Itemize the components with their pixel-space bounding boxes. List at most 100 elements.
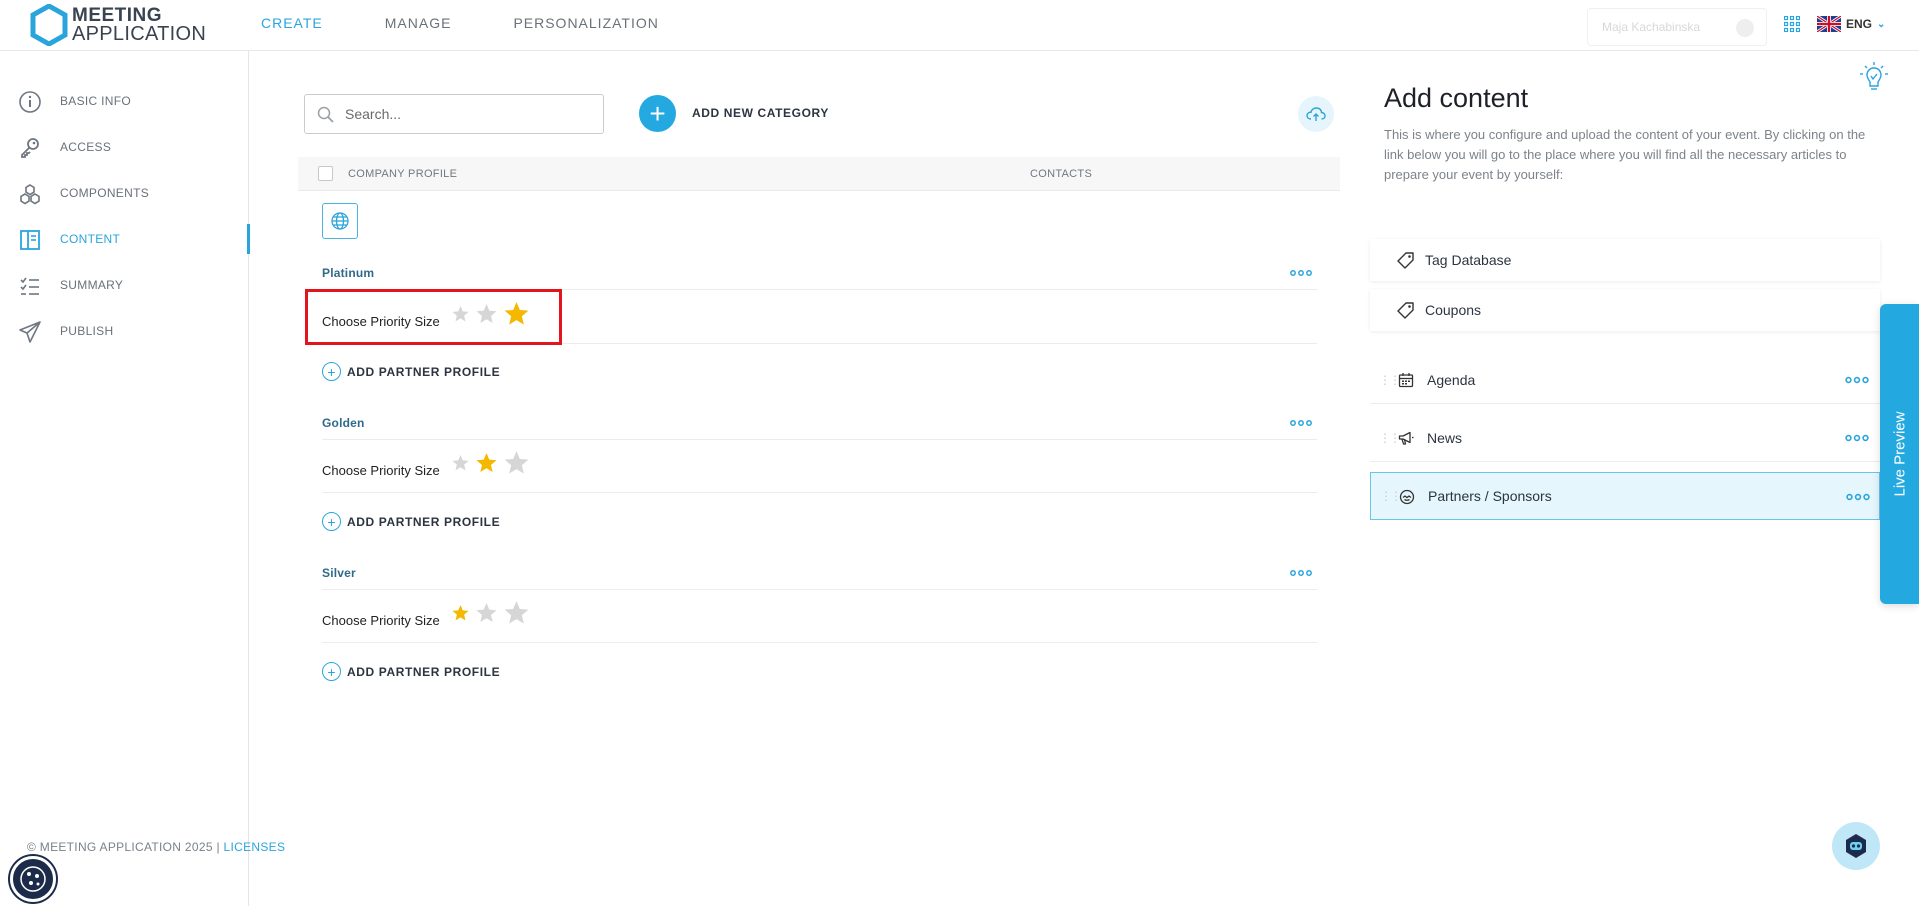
live-preview-label: Live Preview <box>1891 411 1908 497</box>
top-nav: CREATE MANAGE PERSONALIZATION <box>261 0 721 46</box>
sidebar-item-basic-info[interactable]: BASIC INFO <box>0 82 249 120</box>
column-contacts: CONTACTS <box>1030 168 1093 180</box>
add-content-description: This is where you configure and upload t… <box>1384 127 1866 182</box>
star-icon[interactable] <box>452 605 469 622</box>
priority-label: Choose Priority Size <box>322 314 440 329</box>
chevron-down-icon: ⌄ <box>1877 18 1886 30</box>
divider <box>322 589 1317 590</box>
sidebar-item-summary[interactable]: SUMMARY <box>0 266 249 304</box>
more-options-icon[interactable] <box>1845 376 1869 384</box>
logo-line2: APPLICATION <box>72 23 207 45</box>
sidebar: BASIC INFO ACCESS COMPONENTS CONTENT SUM… <box>0 51 250 906</box>
add-partner-profile-button[interactable]: + ADD PARTNER PROFILE <box>322 512 500 531</box>
sidebar-item-publish[interactable]: PUBLISH <box>0 312 249 350</box>
user-name: Maja Kachabinska <box>1602 20 1701 34</box>
tag-database-link[interactable]: Tag Database <box>1370 239 1880 281</box>
globe-icon <box>331 212 349 230</box>
category-title: Platinum <box>322 266 375 280</box>
module-label: Agenda <box>1427 371 1476 388</box>
nav-create[interactable]: CREATE <box>261 15 323 31</box>
sidebar-item-label: BASIC INFO <box>60 94 132 108</box>
sidebar-item-label: SUMMARY <box>60 278 124 292</box>
star-icon[interactable] <box>476 304 497 325</box>
add-category-label[interactable]: ADD NEW CATEGORY <box>692 106 829 120</box>
drag-handle-icon[interactable]: ⋮⋮ <box>1379 431 1401 445</box>
sidebar-item-label: PUBLISH <box>60 324 114 338</box>
cookie-icon <box>20 866 46 892</box>
module-label: Partners / Sponsors <box>1428 488 1552 504</box>
priority-label: Choose Priority Size <box>322 463 440 478</box>
sidebar-item-components[interactable]: COMPONENTS <box>0 174 249 212</box>
table-header: COMPANY PROFILE CONTACTS <box>298 157 1340 191</box>
top-bar: MEETING APPLICATION CREATE MANAGE PERSON… <box>0 0 1919 51</box>
divider <box>322 439 1317 440</box>
divider <box>322 492 1317 493</box>
module-row-agenda[interactable]: ⋮⋮ Agenda <box>1370 356 1880 404</box>
module-row-news[interactable]: ⋮⋮ News <box>1370 414 1880 462</box>
info-icon <box>19 91 41 113</box>
sidebar-item-label: ACCESS <box>60 140 112 154</box>
module-row-partners-sponsors[interactable]: ⋮⋮ Partners / Sponsors <box>1370 472 1880 520</box>
tag-icon <box>1397 302 1414 319</box>
key-icon <box>21 138 39 158</box>
language-code: ENG <box>1846 17 1873 31</box>
star-icon[interactable] <box>476 603 497 624</box>
user-menu[interactable]: Maja Kachabinska <box>1587 8 1767 46</box>
language-globe-button[interactable] <box>322 203 358 239</box>
priority-stars <box>452 601 536 626</box>
footer: © MEETING APPLICATION 2025 | LICENSES <box>27 840 285 854</box>
lightbulb-icon[interactable] <box>1860 62 1888 94</box>
priority-stars <box>452 451 536 476</box>
add-partner-label: ADD PARTNER PROFILE <box>347 514 501 529</box>
paper-plane-icon <box>19 321 41 343</box>
apps-grid-icon[interactable] <box>1784 16 1800 32</box>
select-all-checkbox[interactable] <box>318 166 333 181</box>
search-input[interactable] <box>345 103 585 125</box>
licenses-link[interactable]: LICENSES <box>224 840 286 854</box>
drag-handle-icon[interactable]: ⋮⋮ <box>1380 489 1402 503</box>
chat-assistant-button[interactable] <box>1832 822 1880 870</box>
search-icon <box>317 106 334 123</box>
more-options-icon[interactable] <box>1290 569 1312 577</box>
live-preview-tab[interactable]: Live Preview <box>1880 304 1919 604</box>
more-options-icon[interactable] <box>1845 434 1869 442</box>
link-label: Tag Database <box>1425 252 1512 268</box>
column-company-profile: COMPANY PROFILE <box>348 168 458 180</box>
nav-personalization[interactable]: PERSONALIZATION <box>513 15 658 31</box>
priority-stars <box>452 302 536 327</box>
cookie-settings-button[interactable] <box>10 856 56 902</box>
module-label: News <box>1427 429 1463 446</box>
more-options-icon[interactable] <box>1846 493 1870 501</box>
add-partner-profile-button[interactable]: + ADD PARTNER PROFILE <box>322 362 500 381</box>
nav-manage[interactable]: MANAGE <box>385 15 452 31</box>
category-title: Golden <box>322 416 365 430</box>
add-content-title: Add content <box>1384 83 1529 113</box>
sidebar-item-label: CONTENT <box>60 232 121 246</box>
app-logo[interactable]: MEETING APPLICATION <box>30 4 210 46</box>
star-icon[interactable] <box>452 455 469 472</box>
drag-handle-icon[interactable]: ⋮⋮ <box>1379 373 1401 387</box>
content-icon <box>20 230 40 250</box>
language-selector[interactable]: ENG ⌄ <box>1817 16 1885 32</box>
more-options-icon[interactable] <box>1290 269 1312 277</box>
link-label: Coupons <box>1425 302 1482 318</box>
sidebar-item-content[interactable]: CONTENT <box>0 220 250 258</box>
sidebar-item-label: COMPONENTS <box>60 186 150 200</box>
logo-text: MEETING APPLICATION <box>72 6 206 44</box>
divider <box>322 642 1317 643</box>
star-icon[interactable] <box>504 302 529 327</box>
star-icon[interactable] <box>452 306 469 323</box>
divider <box>322 343 1317 344</box>
sidebar-item-access[interactable]: ACCESS <box>0 128 249 166</box>
coupons-link[interactable]: Coupons <box>1370 289 1880 331</box>
star-icon[interactable] <box>504 601 529 626</box>
components-icon <box>20 184 40 205</box>
more-options-icon[interactable] <box>1290 419 1312 427</box>
add-partner-profile-button[interactable]: + ADD PARTNER PROFILE <box>322 662 500 681</box>
add-category-button[interactable]: + <box>639 95 676 132</box>
add-partner-label: ADD PARTNER PROFILE <box>347 664 501 679</box>
star-icon[interactable] <box>476 453 497 474</box>
priority-label: Choose Priority Size <box>322 613 440 628</box>
star-icon[interactable] <box>504 451 529 476</box>
upload-button[interactable] <box>1298 96 1334 132</box>
